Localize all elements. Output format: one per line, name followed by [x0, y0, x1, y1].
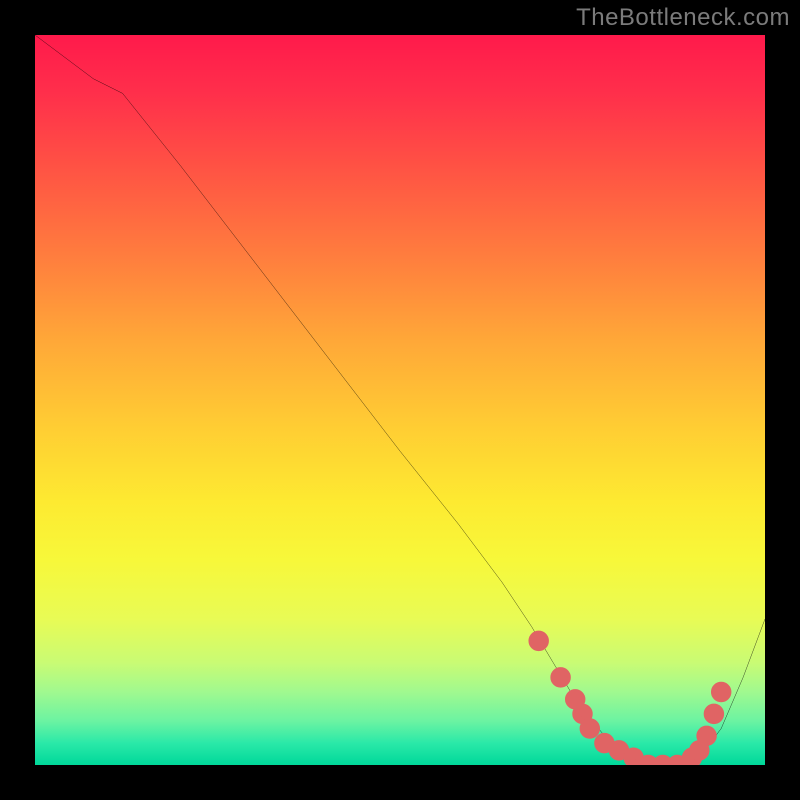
- curve-layer: [35, 35, 765, 765]
- marker-dot: [715, 685, 728, 698]
- bottleneck-curve: [35, 35, 765, 765]
- marker-dot: [583, 722, 596, 735]
- plot-area: [35, 35, 765, 765]
- marker-dot: [707, 707, 720, 720]
- marker-dot: [598, 737, 611, 750]
- watermark-text: TheBottleneck.com: [576, 4, 790, 32]
- marker-dot: [700, 729, 713, 742]
- marker-dot: [569, 693, 582, 706]
- marker-dot: [532, 634, 545, 647]
- marker-dot: [576, 707, 589, 720]
- chart-frame: TheBottleneck.com: [0, 0, 800, 800]
- marker-dot: [693, 744, 706, 757]
- marker-dot: [627, 751, 640, 764]
- marker-dot: [554, 671, 567, 684]
- marker-dot: [612, 744, 625, 757]
- marker-dots: [532, 634, 728, 765]
